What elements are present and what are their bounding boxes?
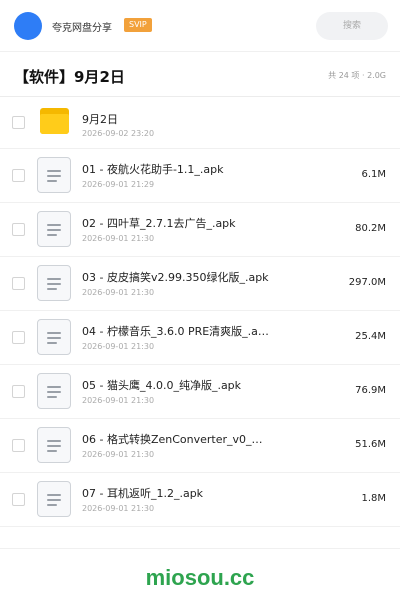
folder-titlebar: 【软件】9月2日 共 24 项 · 2.0G bbox=[0, 52, 400, 97]
share-page: 夸克网盘分享 SVIP 搜索 【软件】9月2日 共 24 项 · 2.0G 9月… bbox=[0, 0, 400, 600]
item-date: 2026-09-01 21:30 bbox=[82, 396, 155, 405]
item-size: 76.9M bbox=[355, 385, 386, 396]
item-date: 2026-09-02 23:20 bbox=[82, 129, 155, 138]
item-size: 80.2M bbox=[355, 223, 386, 234]
list-item[interactable]: 06 - 格式转换ZenConverter_v0_… 2026-09-01 21… bbox=[0, 419, 400, 473]
item-size: 1.8M bbox=[361, 493, 386, 504]
file-icon bbox=[37, 427, 71, 463]
item-date: 2026-09-01 21:30 bbox=[82, 288, 155, 297]
list-item[interactable]: 02 - 四叶草_2.7.1去广告_.apk 2026-09-01 21:30 … bbox=[0, 203, 400, 257]
folder-icon bbox=[40, 108, 69, 134]
file-icon bbox=[37, 373, 71, 409]
file-icon bbox=[37, 157, 71, 193]
item-name: 05 - 猫头鹰_4.0.0_纯净版_.apk bbox=[82, 379, 242, 392]
item-name: 02 - 四叶草_2.7.1去广告_.apk bbox=[82, 217, 236, 230]
brand-name: 夸克网盘分享 bbox=[52, 23, 112, 34]
item-size: 51.6M bbox=[355, 439, 386, 450]
item-size: 6.1M bbox=[361, 169, 386, 180]
svip-badge: SVIP bbox=[124, 18, 152, 32]
item-name: 06 - 格式转换ZenConverter_v0_… bbox=[82, 433, 263, 446]
page-title: 【软件】9月2日 bbox=[14, 68, 125, 86]
item-date: 2026-09-01 21:30 bbox=[82, 234, 155, 243]
item-name: 07 - 耳机返听_1.2_.apk bbox=[82, 487, 204, 500]
item-size: 297.0M bbox=[348, 277, 386, 288]
item-date: 2026-09-01 21:30 bbox=[82, 504, 155, 513]
item-name: 03 - 皮皮搞笑v2.99.350绿化版_.apk bbox=[82, 271, 269, 284]
avatar[interactable] bbox=[14, 12, 42, 40]
list-item[interactable]: 05 - 猫头鹰_4.0.0_纯净版_.apk 2026-09-01 21:30… bbox=[0, 365, 400, 419]
list-item[interactable]: 07 - 耳机返听_1.2_.apk 2026-09-01 21:30 1.8M bbox=[0, 473, 400, 527]
search-input[interactable]: 搜索 bbox=[316, 12, 388, 40]
select-checkbox[interactable] bbox=[12, 116, 25, 129]
list-item[interactable]: 01 - 夜航火花助手-1.1_.apk 2026-09-01 21:29 6.… bbox=[0, 149, 400, 203]
file-icon bbox=[37, 481, 71, 517]
select-checkbox[interactable] bbox=[12, 439, 25, 452]
file-icon bbox=[37, 319, 71, 355]
item-size: 25.4M bbox=[355, 331, 386, 342]
select-checkbox[interactable] bbox=[12, 223, 25, 236]
item-date: 2026-09-01 21:30 bbox=[82, 342, 155, 351]
select-checkbox[interactable] bbox=[12, 331, 25, 344]
list-item[interactable]: 03 - 皮皮搞笑v2.99.350绿化版_.apk 2026-09-01 21… bbox=[0, 257, 400, 311]
app-header: 夸克网盘分享 SVIP 搜索 bbox=[0, 0, 400, 52]
file-list: 9月2日 2026-09-02 23:20 01 - 夜航火花助手-1.1_.a… bbox=[0, 97, 400, 527]
folder-summary: 共 24 项 · 2.0G bbox=[328, 71, 386, 80]
list-item[interactable]: 04 - 柠檬音乐_3.6.0 PRE清爽版_.a… 2026-09-01 21… bbox=[0, 311, 400, 365]
select-checkbox[interactable] bbox=[12, 169, 25, 182]
item-name: 01 - 夜航火花助手-1.1_.apk bbox=[82, 163, 224, 176]
watermark-text: miosou.cc bbox=[145, 565, 255, 590]
select-checkbox[interactable] bbox=[12, 493, 25, 506]
item-name: 04 - 柠檬音乐_3.6.0 PRE清爽版_.a… bbox=[82, 325, 269, 338]
select-checkbox[interactable] bbox=[12, 277, 25, 290]
file-icon bbox=[37, 265, 71, 301]
item-date: 2026-09-01 21:30 bbox=[82, 450, 155, 459]
list-item-folder[interactable]: 9月2日 2026-09-02 23:20 bbox=[0, 97, 400, 149]
select-checkbox[interactable] bbox=[12, 385, 25, 398]
item-date: 2026-09-01 21:29 bbox=[82, 180, 155, 189]
footer: miosou.cc bbox=[0, 548, 400, 600]
item-name: 9月2日 bbox=[82, 113, 118, 126]
file-icon bbox=[37, 211, 71, 247]
